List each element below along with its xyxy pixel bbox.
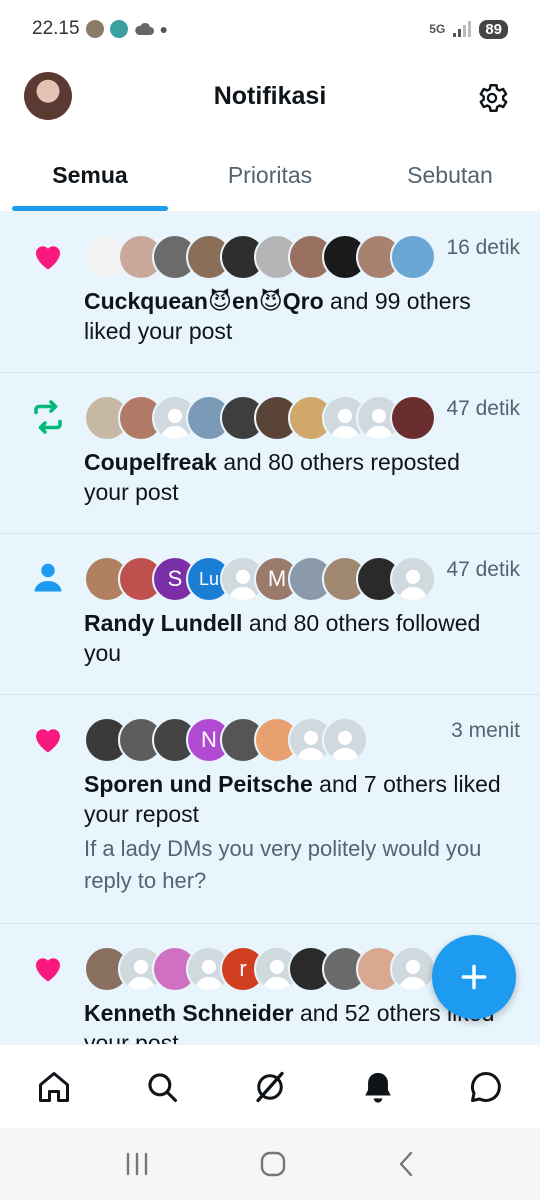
cloud-icon: [134, 22, 154, 35]
nav-grok[interactable]: [248, 1065, 292, 1109]
avatar-letter: M: [267, 566, 287, 591]
status-time: 22.15: [32, 18, 80, 39]
notification-item[interactable]: 47 detik Coupelfreak and 80 others repos…: [0, 373, 540, 534]
notification-time: 3 menit: [451, 719, 520, 742]
notification-tabs: Semua Prioritas Sebutan: [0, 140, 540, 212]
notification-item[interactable]: 16 detik Cuckquean😈en😈Qro and 99 others …: [0, 212, 540, 373]
tab-label: Prioritas: [227, 162, 313, 188]
default-avatar[interactable]: [322, 717, 368, 763]
grok-icon: [256, 1071, 284, 1102]
recent-apps-icon[interactable]: [124, 1152, 150, 1176]
tab-label: Sebutan: [407, 162, 493, 188]
heart-icon: [36, 246, 60, 270]
person-placeholder-icon: [398, 959, 428, 990]
notification-app-icon: [85, 20, 104, 38]
message-bubble-icon: [470, 1071, 501, 1102]
more-dot-icon: ●: [159, 21, 169, 37]
person-placeholder-icon: [398, 569, 428, 600]
default-avatar[interactable]: [390, 556, 436, 602]
actor-name[interactable]: Kenneth Schneider: [84, 1000, 294, 1026]
notification-time: 47 detik: [446, 558, 520, 581]
default-avatar[interactable]: [390, 946, 436, 992]
tab-sebutan[interactable]: Sebutan: [360, 140, 540, 211]
bell-icon: [365, 1072, 391, 1103]
battery-level: 89: [479, 19, 508, 39]
app-header: Notifikasi: [0, 60, 540, 136]
post-snippet: If a lady DMs you very politely would yo…: [84, 836, 482, 893]
nav-messages[interactable]: [464, 1065, 508, 1109]
page-title: Notifikasi: [213, 82, 327, 110]
settings-gear-icon[interactable]: [474, 80, 510, 116]
search-icon: [148, 1072, 178, 1102]
notification-time: 47 detik: [446, 397, 520, 420]
plus-icon: [461, 964, 487, 990]
network-label: 5G: [429, 22, 446, 36]
home-icon: [39, 1071, 69, 1102]
signal-icon: [453, 21, 472, 37]
compose-post-button[interactable]: [432, 935, 516, 1019]
nav-search[interactable]: [140, 1065, 184, 1109]
system-navigation-bar: [0, 1128, 540, 1200]
home-button-icon[interactable]: [259, 1150, 287, 1178]
tab-label: Semua: [52, 162, 128, 188]
tab-prioritas[interactable]: Prioritas: [180, 140, 360, 211]
notification-time: 16 detik: [446, 236, 520, 259]
back-icon[interactable]: [396, 1150, 416, 1178]
nav-notifications[interactable]: [356, 1065, 400, 1109]
nav-home[interactable]: [32, 1065, 76, 1109]
avatar-letter: r: [239, 956, 247, 981]
notification-app-icon: [109, 20, 128, 38]
actor-name[interactable]: Coupelfreak: [84, 449, 217, 475]
notification-text: Cuckquean😈en😈Qro and 99 others liked you…: [84, 286, 516, 346]
actor-name[interactable]: Randy Lundell: [84, 610, 242, 636]
active-tab-indicator: [12, 206, 168, 211]
person-follow-icon: [34, 563, 62, 592]
person-placeholder-icon: [330, 730, 360, 761]
repost-icon: [34, 400, 62, 434]
avatar-letter: N: [201, 727, 217, 752]
notification-text: Randy Lundell and 80 others followed you: [84, 608, 516, 668]
notification-text: Coupelfreak and 80 others reposted your …: [84, 447, 516, 507]
avatar-letter: S: [167, 566, 183, 591]
heart-icon: [36, 729, 60, 753]
tab-semua[interactable]: Semua: [0, 140, 180, 211]
actor-name[interactable]: Sporen und Peitsche: [84, 771, 313, 797]
notification-text: Sporen und Peitsche and 7 others liked y…: [84, 769, 516, 829]
bottom-navigation: [0, 1044, 540, 1128]
actor-name[interactable]: Cuckquean😈en😈Qro: [84, 288, 324, 314]
avatar-letter: Lu: [198, 568, 220, 589]
avatar[interactable]: [390, 234, 436, 280]
heart-icon: [36, 958, 60, 982]
notification-item[interactable]: N 3 menit Sporen und Peitsche and 7 othe…: [0, 695, 540, 924]
avatar[interactable]: [390, 395, 436, 441]
notification-list: 16 detik Cuckquean😈en😈Qro and 99 others …: [0, 212, 540, 1044]
notification-item[interactable]: S Lu M 47 detik Randy Lundell and 80 oth…: [0, 534, 540, 695]
status-bar: 22.15 ● 5G 89: [0, 0, 540, 58]
